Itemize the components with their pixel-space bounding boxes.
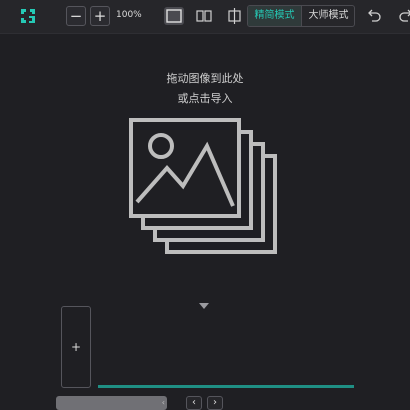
scroll-left-icon[interactable]: ‹ <box>162 398 165 407</box>
crop-icon[interactable] <box>225 8 243 24</box>
drop-hint-line2[interactable]: 或点击导入 <box>0 90 410 106</box>
mode-simple-button[interactable]: 精简模式 <box>248 6 302 26</box>
logo-icon <box>18 6 38 26</box>
horizontal-scrollbar[interactable]: ‹ <box>56 396 167 410</box>
zoom-out-button[interactable]: − <box>66 6 86 26</box>
filmstrip-track <box>98 385 354 388</box>
split-view-icon[interactable] <box>195 8 213 24</box>
image-stack-icon[interactable] <box>127 116 279 256</box>
next-page-button[interactable]: › <box>207 396 223 410</box>
top-toolbar: − + 100% 精简模式 大师模式 <box>0 0 410 34</box>
redo-icon[interactable] <box>398 8 410 24</box>
drop-hint-line1: 拖动图像到此处 <box>166 72 244 85</box>
prev-page-button[interactable]: ‹ <box>186 396 202 410</box>
undo-icon[interactable] <box>366 8 382 24</box>
mode-master-button[interactable]: 大师模式 <box>302 6 354 26</box>
mode-switch: 精简模式 大师模式 <box>247 5 355 27</box>
zoom-level: 100% <box>116 10 142 20</box>
zoom-in-button[interactable]: + <box>90 6 110 26</box>
single-view-icon[interactable] <box>164 7 184 25</box>
caret-down-icon <box>198 295 210 309</box>
add-image-button[interactable]: + <box>61 306 91 388</box>
